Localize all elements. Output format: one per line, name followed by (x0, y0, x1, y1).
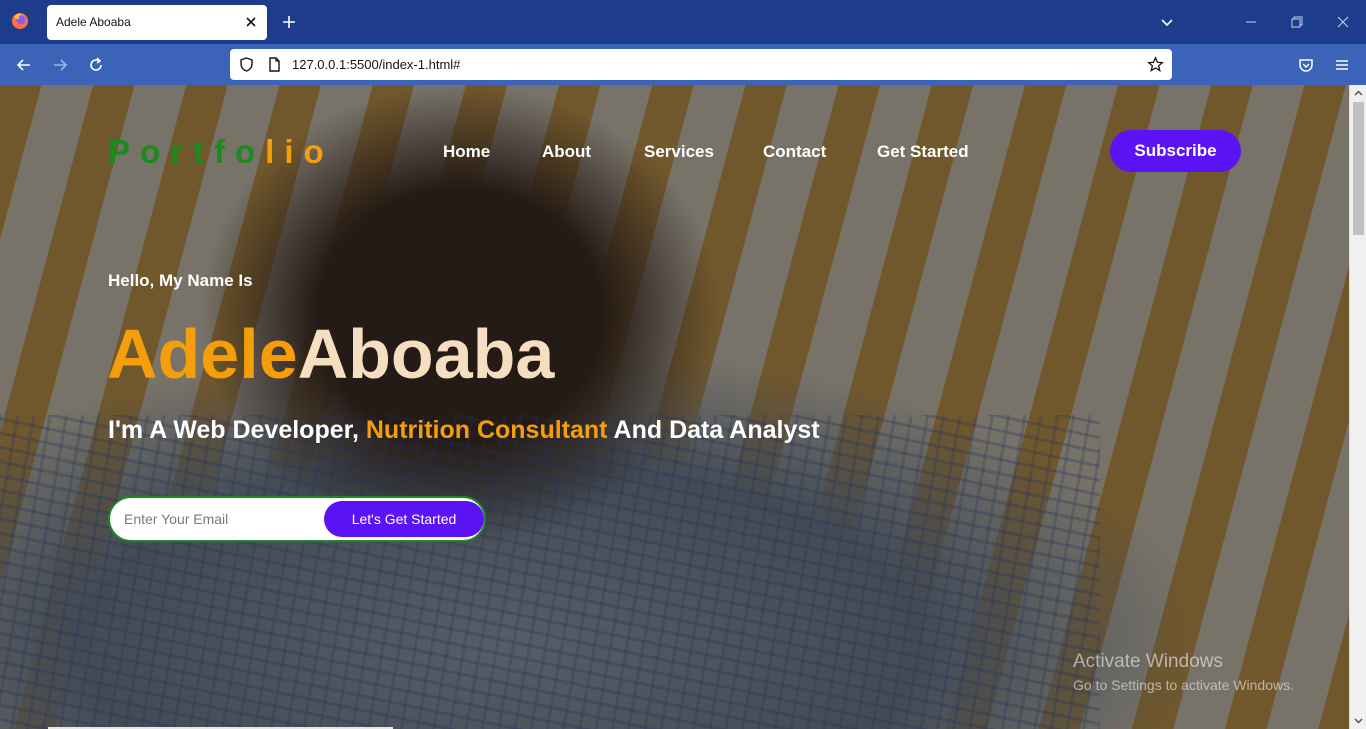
page-icon[interactable] (266, 56, 283, 73)
scroll-down-arrow-icon[interactable] (1353, 715, 1364, 726)
shield-icon[interactable] (238, 56, 255, 73)
logo-text-start: Portfo (108, 133, 266, 170)
pocket-icon[interactable] (1297, 56, 1315, 74)
hero-last-name: Aboaba (297, 315, 555, 393)
close-window-icon[interactable] (1335, 14, 1351, 30)
nav-link-get-started[interactable]: Get Started (877, 142, 969, 162)
tagline-highlight: Nutrition Consultant (365, 416, 608, 444)
hero-tagline: I'm A Web Developer, Nutrition Consultan… (108, 416, 820, 445)
email-signup-form: Let's Get Started (108, 496, 486, 542)
hero-first-name: Adele (107, 315, 298, 393)
email-input[interactable] (124, 498, 324, 540)
hero-photo-texture (0, 415, 1100, 729)
windows-activation-watermark: Activate Windows Go to Settings to activ… (1073, 651, 1294, 693)
restore-icon[interactable] (1289, 14, 1305, 30)
tagline-part-2: And Data Analyst (607, 416, 820, 444)
hero-greeting: Hello, My Name Is (108, 271, 253, 290)
web-page: Portfolio Home About Services Contact Ge… (0, 85, 1366, 729)
scroll-up-arrow-icon[interactable] (1353, 88, 1364, 99)
forward-arrow-icon[interactable] (51, 56, 69, 74)
watermark-title: Activate Windows (1073, 651, 1223, 672)
star-icon[interactable] (1147, 56, 1164, 73)
scrollbar-thumb[interactable] (1353, 102, 1364, 235)
browser-tab-bar: Adele Aboaba (0, 0, 1366, 44)
watermark-subtitle: Go to Settings to activate Windows. (1073, 677, 1294, 693)
address-bar[interactable]: 127.0.0.1:5500/index-1.html# (230, 49, 1172, 80)
nav-link-home[interactable]: Home (443, 142, 490, 162)
chevron-down-icon[interactable] (1159, 14, 1175, 30)
tab-title: Adele Aboaba (56, 15, 131, 29)
subscribe-button[interactable]: Subscribe (1110, 130, 1241, 172)
tagline-part-1: I'm A Web Developer, (108, 416, 366, 444)
nav-link-services[interactable]: Services (644, 142, 714, 162)
reload-icon[interactable] (87, 56, 105, 74)
logo-text-end: lio (265, 133, 334, 170)
browser-nav-bar: 127.0.0.1:5500/index-1.html# (0, 44, 1366, 85)
url-text[interactable]: 127.0.0.1:5500/index-1.html# (292, 57, 460, 72)
site-logo[interactable]: Portfolio (108, 133, 334, 171)
minimize-icon[interactable] (1243, 14, 1259, 30)
hero-name: AdeleAboaba (107, 311, 554, 397)
back-arrow-icon[interactable] (15, 56, 33, 74)
nav-link-about[interactable]: About (542, 142, 591, 162)
get-started-button[interactable]: Let's Get Started (324, 501, 484, 537)
plus-icon[interactable] (281, 14, 297, 30)
firefox-logo-icon[interactable] (11, 12, 29, 30)
nav-link-contact[interactable]: Contact (763, 142, 826, 162)
close-icon[interactable] (243, 14, 259, 30)
browser-tab-active[interactable]: Adele Aboaba (47, 5, 267, 40)
page-scrollbar[interactable] (1349, 85, 1366, 729)
hamburger-menu-icon[interactable] (1333, 56, 1351, 74)
